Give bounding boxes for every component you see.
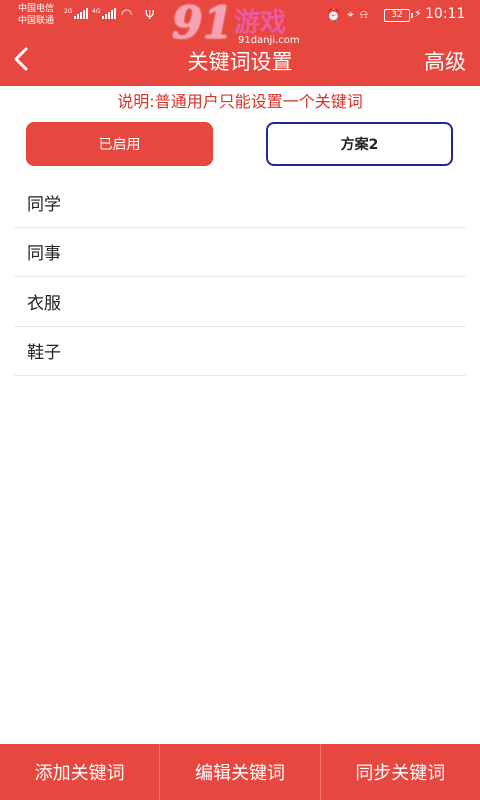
watermark-text: 游戏 [234,8,287,38]
carrier-info: 中国电信 中国联通 [18,3,54,27]
list-item[interactable]: 衣服 [14,277,466,327]
battery-icon: 32 [384,9,413,22]
watermark-url: 91danji.com [238,35,300,46]
edit-keyword-button[interactable]: 编辑关键词 [160,744,321,800]
signal-icon: 4G [92,8,117,19]
carrier-2: 中国联通 [18,16,55,26]
add-keyword-button[interactable]: 添加关键词 [0,744,161,800]
sync-keyword-button[interactable]: 同步关键词 [321,744,480,800]
watermark-logo: 91 游戏 91danji.com [172,0,312,50]
signal-1-type: 2G [64,8,73,15]
mute-icon: ⍾ [359,7,368,21]
wifi-icon: ◠ [121,7,133,22]
keyword-list: 同学 同事 衣服 鞋子 [14,178,466,376]
notice-text: 说明:普通用户只能设置一个关键词 [117,92,363,111]
signal-2-type: 4G [92,8,101,15]
clock: 10:11 [425,6,466,22]
charging-icon: ⚡ [414,7,422,20]
page-title: 关键词设置 [187,50,293,74]
watermark-number: 91 [172,0,234,49]
scheme-enabled-button[interactable]: 已启用 [26,122,213,166]
list-item[interactable]: 鞋子 [14,327,466,376]
usb-icon: Ψ [145,8,155,22]
signal-icon: 2G [64,8,89,19]
advanced-button[interactable]: 高级 [424,46,466,76]
list-item[interactable]: 同学 [14,178,466,228]
list-item[interactable]: 同事 [14,228,466,277]
bottom-action-bar: 添加关键词 编辑关键词 同步关键词 [0,744,480,800]
carrier-1: 中国电信 [18,4,55,14]
scheme-2-button[interactable]: 方案2 [266,122,453,166]
alarm-icon: ⏰ [326,7,341,22]
location-icon: ⌖ [346,7,354,21]
